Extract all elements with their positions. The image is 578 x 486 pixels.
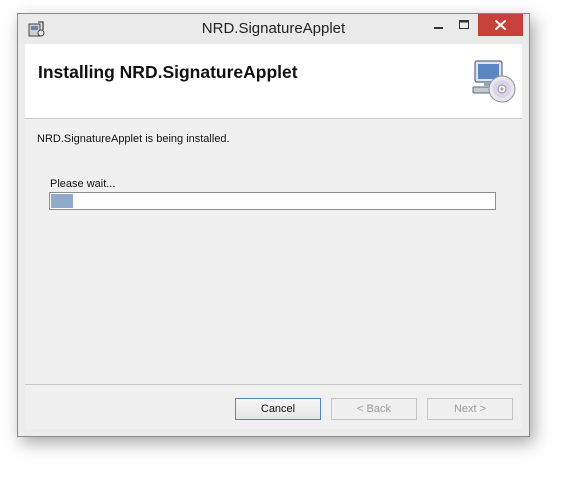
maximize-button[interactable] — [454, 14, 474, 36]
button-bar: Cancel < Back Next > — [25, 385, 522, 429]
content-area: NRD.SignatureApplet is being installed. … — [25, 119, 522, 384]
minimize-button[interactable] — [428, 14, 448, 36]
please-wait-label: Please wait... — [50, 178, 116, 190]
header-panel: Installing NRD.SignatureApplet — [25, 44, 522, 119]
computer-cd-icon — [472, 60, 516, 103]
close-button[interactable] — [478, 14, 523, 36]
progress-fill — [51, 194, 73, 208]
back-button[interactable]: < Back — [331, 398, 417, 420]
install-status-text: NRD.SignatureApplet is being installed. — [37, 133, 230, 145]
cancel-button[interactable]: Cancel — [235, 398, 321, 420]
maximize-icon — [459, 20, 469, 29]
install-progress-bar — [49, 192, 496, 210]
title-bar[interactable]: NRD.SignatureApplet — [18, 14, 529, 43]
header-title: Installing NRD.SignatureApplet — [38, 62, 298, 82]
installer-window: NRD.SignatureApplet Installing NRD.Signa… — [17, 13, 530, 437]
window-title: NRD.SignatureApplet — [201, 20, 346, 37]
minimize-icon — [434, 27, 443, 29]
next-button[interactable]: Next > — [427, 398, 513, 420]
close-icon — [495, 20, 506, 30]
